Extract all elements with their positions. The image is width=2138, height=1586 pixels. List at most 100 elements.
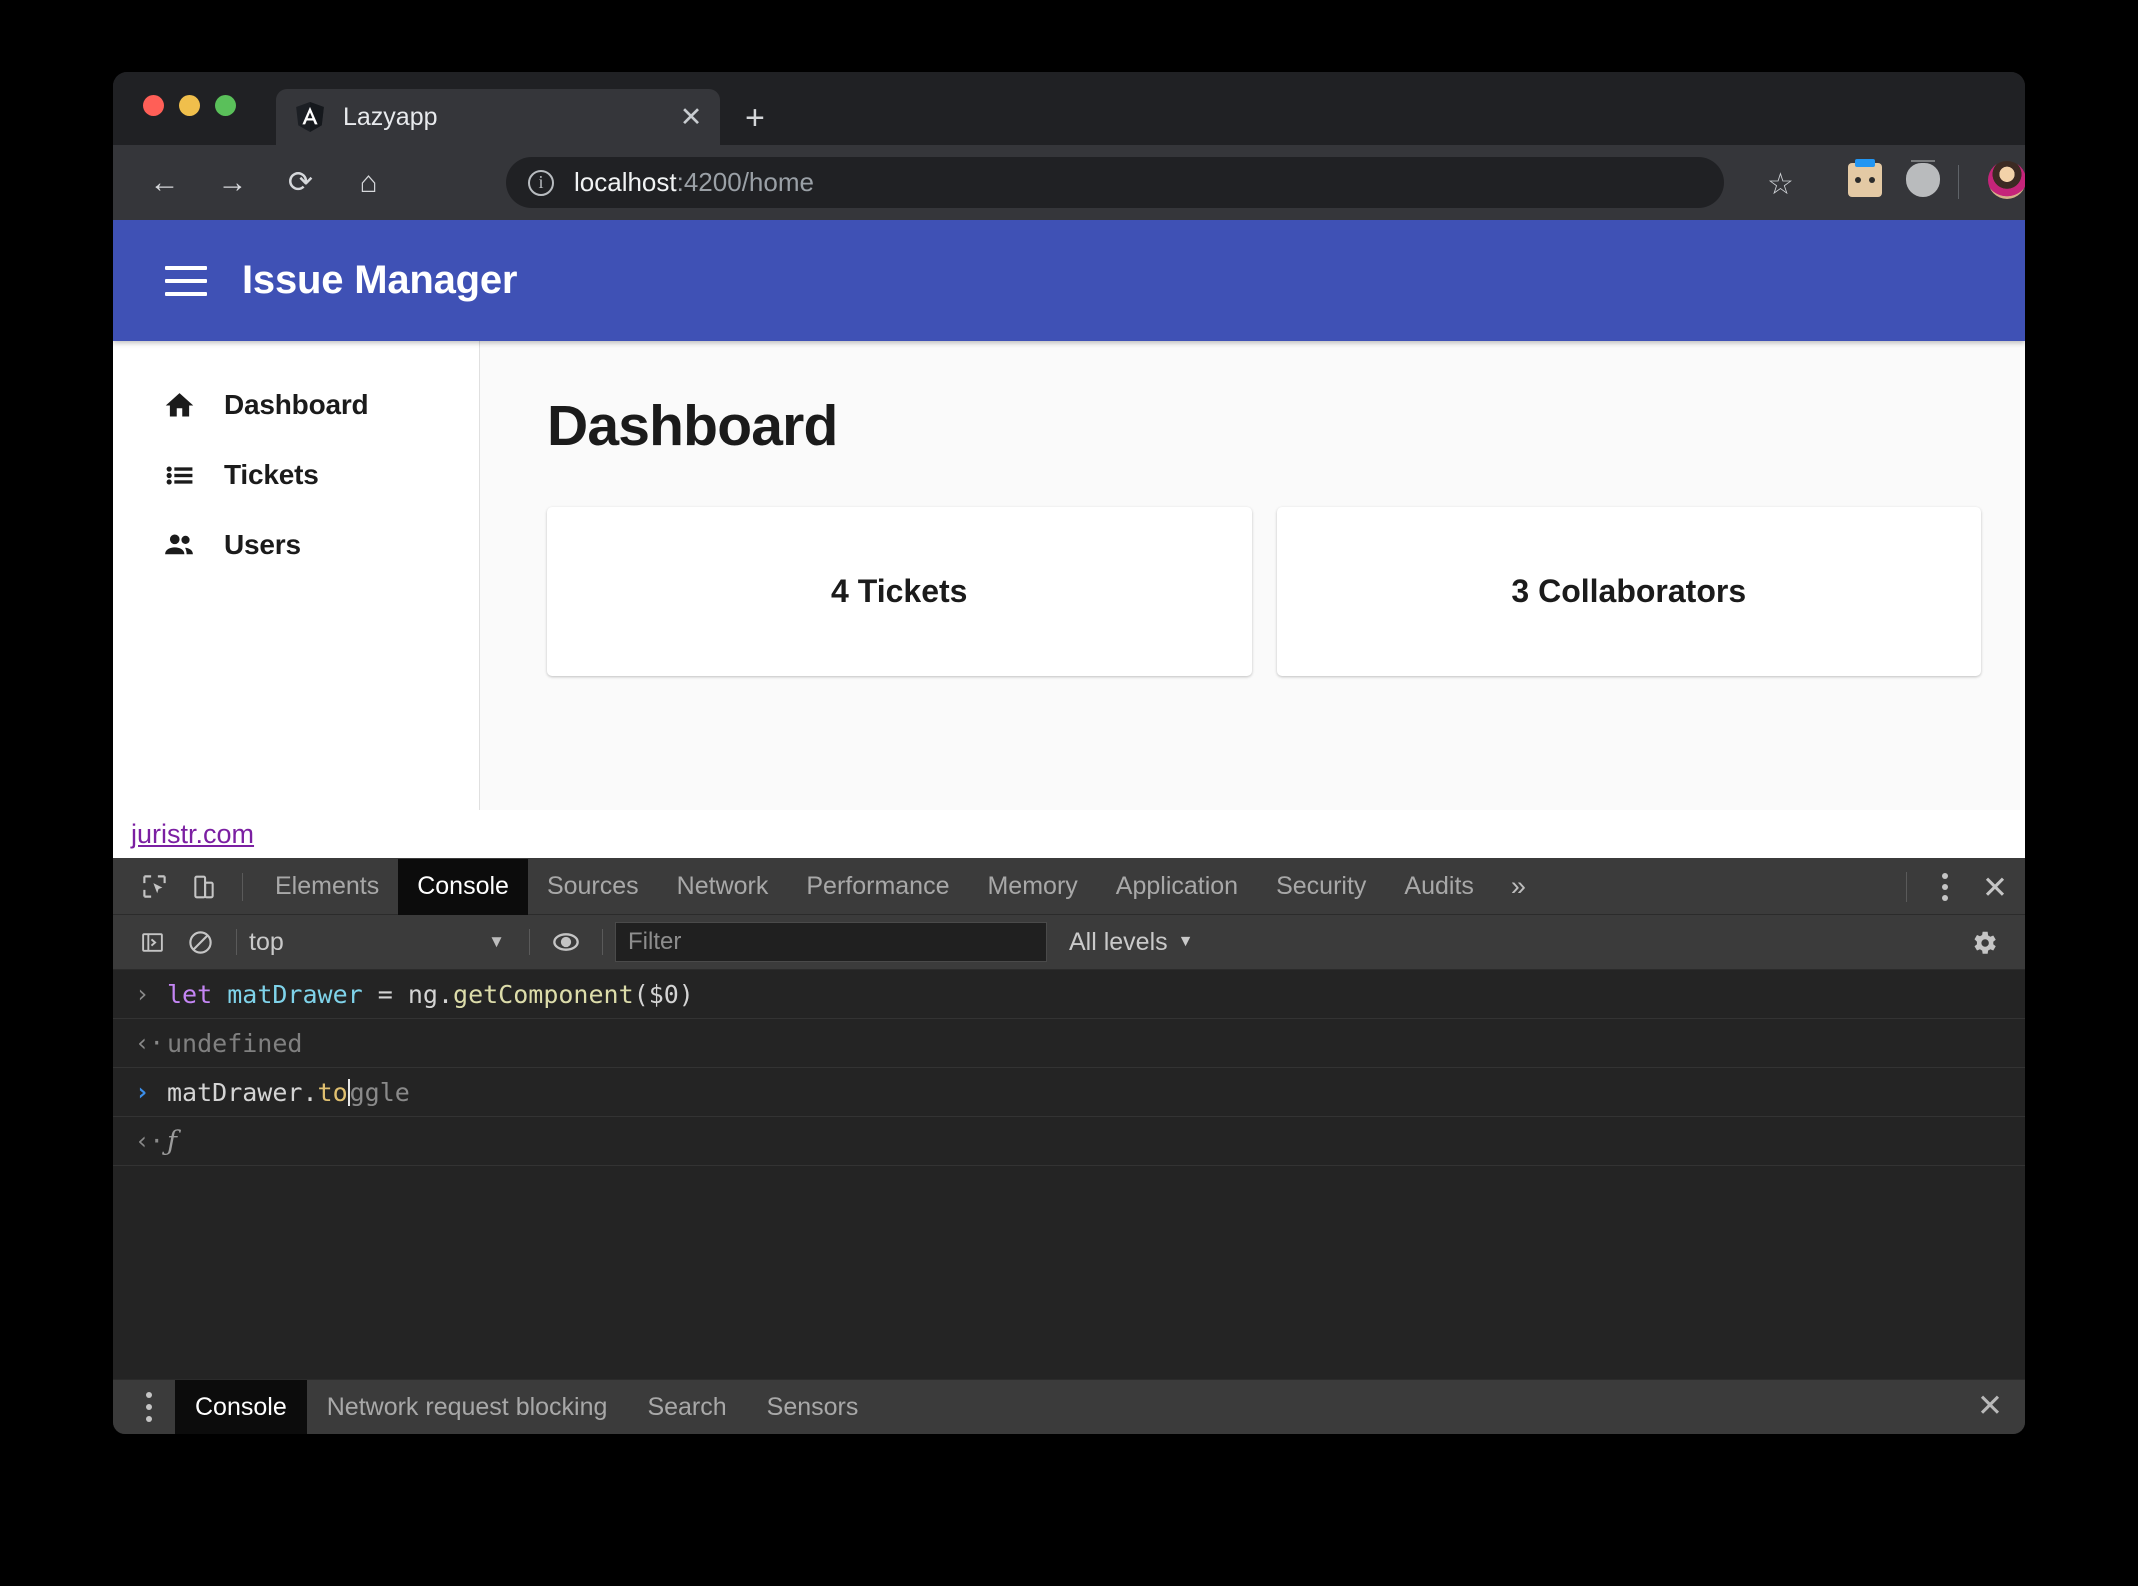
reload-icon[interactable]: ⟳ bbox=[273, 155, 328, 210]
filter-placeholder: Filter bbox=[628, 928, 681, 956]
execution-context-select[interactable]: top ▼ bbox=[249, 928, 517, 957]
tab-sources[interactable]: Sources bbox=[528, 859, 658, 915]
devtools-drawer-tabbar: Console Network request blocking Search … bbox=[113, 1379, 2025, 1434]
url-text: localhost:4200/home bbox=[574, 167, 814, 198]
page-viewport: Issue Manager Dashboard bbox=[113, 220, 2025, 858]
home-icon bbox=[161, 387, 197, 423]
app-title: Issue Manager bbox=[242, 258, 517, 303]
tab-audits[interactable]: Audits bbox=[1385, 859, 1492, 915]
back-icon[interactable]: ← bbox=[137, 155, 192, 210]
console-input-expression: let matDrawer = ng.getComponent($0) bbox=[167, 980, 694, 1009]
devtools-tabbar-right: ✕ bbox=[1906, 859, 2025, 915]
more-tabs-icon[interactable]: » bbox=[1493, 859, 1544, 915]
log-levels-select[interactable]: All levels ▼ bbox=[1069, 928, 1194, 957]
output-arrow-icon: ‹· bbox=[135, 1029, 167, 1057]
console-log[interactable]: › let matDrawer = ng.getComponent($0) ‹·… bbox=[113, 970, 2025, 1380]
console-toolbar: top ▼ Filter All levels ▼ bbox=[113, 915, 2025, 970]
new-tab-button[interactable]: + bbox=[745, 101, 765, 135]
drawer-tab-sensors[interactable]: Sensors bbox=[747, 1380, 879, 1435]
console-output-value: undefined bbox=[167, 1029, 302, 1058]
browser-tab-title: Lazyapp bbox=[343, 103, 676, 132]
devtools-tabbar: Elements Console Sources Network Perform… bbox=[113, 859, 2025, 915]
box-extension-icon[interactable] bbox=[1848, 163, 1882, 197]
drawer-tab-network-request-blocking[interactable]: Network request blocking bbox=[307, 1380, 628, 1435]
log-levels-value: All levels bbox=[1069, 928, 1168, 957]
hamburger-menu-icon[interactable] bbox=[165, 266, 207, 296]
toolbar-divider bbox=[1906, 872, 1907, 902]
filter-input[interactable]: Filter bbox=[615, 922, 1047, 962]
eye-icon[interactable] bbox=[542, 920, 590, 964]
window-minimize-button[interactable] bbox=[179, 95, 200, 116]
sidebar-item-users[interactable]: Users bbox=[113, 510, 479, 580]
device-toolbar-icon[interactable] bbox=[179, 864, 229, 910]
bookmark-star-icon[interactable]: ☆ bbox=[1767, 167, 1794, 202]
window-close-button[interactable] bbox=[143, 95, 164, 116]
toolbar-divider bbox=[529, 929, 530, 955]
address-bar[interactable]: i localhost:4200/home bbox=[506, 157, 1724, 208]
gear-icon[interactable] bbox=[1963, 923, 2005, 963]
home-icon[interactable]: ⌂ bbox=[341, 155, 396, 210]
stat-card-label: 4 Tickets bbox=[831, 573, 967, 610]
kebab-menu-icon[interactable] bbox=[1925, 873, 1965, 901]
toolbar-divider bbox=[602, 929, 603, 955]
stat-card-label: 3 Collaborators bbox=[1511, 573, 1746, 610]
browser-tab-strip: Lazyapp ✕ + bbox=[113, 72, 2025, 145]
console-output-value: ƒ bbox=[167, 1126, 177, 1157]
tab-application[interactable]: Application bbox=[1097, 859, 1257, 915]
status-link-bar: juristr.com bbox=[113, 810, 2025, 858]
input-arrow-icon: › bbox=[135, 1078, 167, 1106]
app-body: Dashboard Tickets bbox=[113, 341, 2025, 858]
devtools-panel: Elements Console Sources Network Perform… bbox=[113, 858, 2025, 1434]
content-area: Dashboard 4 Tickets 3 Collaborators bbox=[480, 341, 2025, 858]
clear-console-icon[interactable] bbox=[176, 920, 224, 964]
browser-tab[interactable]: Lazyapp ✕ bbox=[276, 89, 720, 145]
forward-icon[interactable]: → bbox=[205, 155, 260, 210]
close-icon[interactable]: ✕ bbox=[676, 104, 706, 131]
output-arrow-icon: ‹· bbox=[135, 1127, 167, 1155]
chevron-down-icon: ▼ bbox=[1178, 933, 1194, 951]
tab-performance[interactable]: Performance bbox=[787, 859, 968, 915]
window-maximize-button[interactable] bbox=[215, 95, 236, 116]
browser-window: Lazyapp ✕ + ← → ⟳ ⌂ i localhost:4200/hom… bbox=[113, 72, 2025, 1434]
sidebar-item-label: Tickets bbox=[224, 459, 319, 491]
inspect-element-icon[interactable] bbox=[129, 864, 179, 910]
console-row-output: ‹· ƒ bbox=[113, 1117, 2025, 1166]
tomato-timer-extension-icon[interactable] bbox=[1906, 163, 1940, 197]
execution-context-value: top bbox=[249, 928, 284, 957]
console-input-expression-active: matDrawer.toggle bbox=[167, 1078, 410, 1107]
info-circle-icon[interactable]: i bbox=[528, 170, 554, 196]
sidebar-item-tickets[interactable]: Tickets bbox=[113, 440, 479, 510]
close-icon[interactable]: ✕ bbox=[1965, 872, 2025, 903]
tab-console[interactable]: Console bbox=[398, 859, 528, 915]
console-row-active-input[interactable]: › matDrawer.toggle bbox=[113, 1068, 2025, 1117]
toolbar-divider bbox=[236, 929, 237, 955]
tab-elements[interactable]: Elements bbox=[256, 859, 398, 915]
toolbar-divider bbox=[242, 873, 243, 901]
tab-memory[interactable]: Memory bbox=[968, 859, 1096, 915]
drawer-menu-icon[interactable] bbox=[123, 1392, 175, 1422]
footer-link[interactable]: juristr.com bbox=[131, 819, 254, 850]
window-traffic-lights bbox=[143, 95, 236, 116]
stat-card-tickets[interactable]: 4 Tickets bbox=[547, 507, 1252, 676]
avatar[interactable] bbox=[1988, 161, 2025, 199]
browser-toolbar: ← → ⟳ ⌂ i localhost:4200/home ☆ bbox=[113, 145, 2025, 220]
app-toolbar: Issue Manager bbox=[113, 220, 2025, 341]
people-icon bbox=[161, 527, 197, 563]
sidebar-item-dashboard[interactable]: Dashboard bbox=[113, 370, 479, 440]
extension-icons bbox=[1848, 163, 1940, 197]
tab-security[interactable]: Security bbox=[1257, 859, 1385, 915]
chevron-down-icon: ▼ bbox=[488, 932, 505, 952]
tab-network[interactable]: Network bbox=[658, 859, 788, 915]
page-title: Dashboard bbox=[547, 393, 1981, 459]
drawer-tab-search[interactable]: Search bbox=[627, 1380, 746, 1435]
url-host: localhost bbox=[574, 167, 677, 197]
list-icon bbox=[161, 457, 197, 493]
drawer-tab-console[interactable]: Console bbox=[175, 1380, 307, 1435]
console-sidebar-icon[interactable] bbox=[128, 920, 176, 964]
stat-card-collaborators[interactable]: 3 Collaborators bbox=[1277, 507, 1982, 676]
console-row-input[interactable]: › let matDrawer = ng.getComponent($0) bbox=[113, 970, 2025, 1019]
input-arrow-icon: › bbox=[135, 980, 167, 1008]
sidebar-item-label: Users bbox=[224, 529, 301, 561]
stat-cards-row: 4 Tickets 3 Collaborators bbox=[547, 507, 1981, 676]
close-icon[interactable]: ✕ bbox=[1977, 1390, 2003, 1421]
